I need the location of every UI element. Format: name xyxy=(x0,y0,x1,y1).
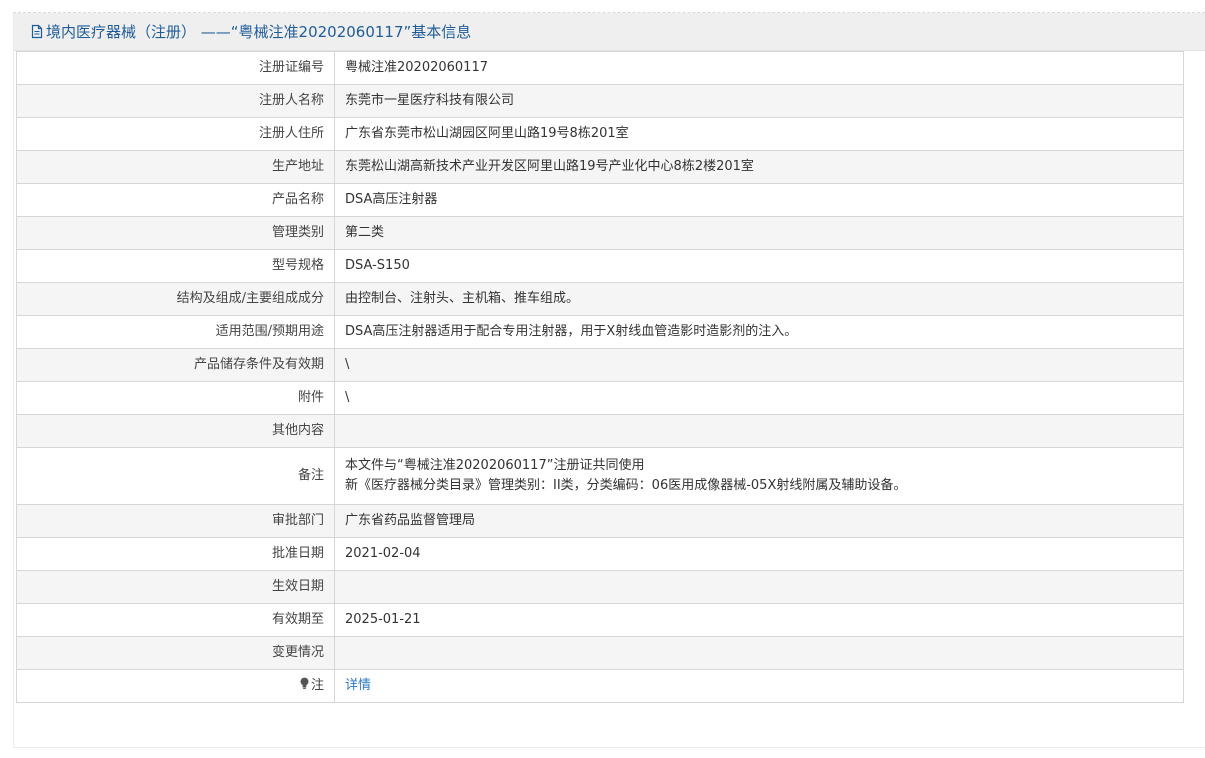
row-value: 粤械注准20202060117 xyxy=(334,51,1184,85)
note-label-cell: 注 xyxy=(16,669,335,703)
table-row: 有效期至 2025-01-21 xyxy=(16,603,1184,637)
row-label: 生效日期 xyxy=(16,570,335,604)
page-title: 境内医疗器械（注册） ——“粤械注准20202060117”基本信息 xyxy=(46,23,472,41)
table-row: 生效日期 xyxy=(16,570,1184,604)
lightbulb-icon xyxy=(299,677,310,697)
table-row: 注册证编号 粤械注准20202060117 xyxy=(16,51,1184,85)
table-row: 批准日期 2021-02-04 xyxy=(16,537,1184,571)
row-label: 产品储存条件及有效期 xyxy=(16,348,335,382)
table-row: 备注 本文件与“粤械注准20202060117”注册证共同使用 新《医疗器械分类… xyxy=(16,447,1184,505)
table-row: 管理类别 第二类 xyxy=(16,216,1184,250)
row-label: 型号规格 xyxy=(16,249,335,283)
details-link[interactable]: 详情 xyxy=(345,678,371,693)
table-row: 产品名称 DSA高压注射器 xyxy=(16,183,1184,217)
remark-line-1: 本文件与“粤械注准20202060117”注册证共同使用 xyxy=(345,458,645,473)
table-row: 注册人住所 广东省东莞市松山湖园区阿里山路19号8栋201室 xyxy=(16,117,1184,151)
table-row: 适用范围/预期用途 DSA高压注射器适用于配合专用注射器，用于X射线血管造影时造… xyxy=(16,315,1184,349)
row-label: 注 xyxy=(310,677,324,693)
row-value: \ xyxy=(334,381,1184,415)
row-value: 2025-01-21 xyxy=(334,603,1184,637)
document-icon xyxy=(30,24,44,39)
row-value: 东莞松山湖高新技术产业开发区阿里山路19号产业化中心8栋2楼201室 xyxy=(334,150,1184,184)
table-row: 产品储存条件及有效期 \ xyxy=(16,348,1184,382)
row-label: 注册证编号 xyxy=(16,51,335,85)
row-label: 注册人住所 xyxy=(16,117,335,151)
registration-info-table: 注册证编号 粤械注准20202060117 注册人名称 东莞市一星医疗科技有限公… xyxy=(16,51,1184,703)
row-label: 产品名称 xyxy=(16,183,335,217)
row-value xyxy=(334,414,1184,448)
row-label: 变更情况 xyxy=(16,636,335,670)
table-row: 生产地址 东莞松山湖高新技术产业开发区阿里山路19号产业化中心8栋2楼201室 xyxy=(16,150,1184,184)
row-value: 第二类 xyxy=(334,216,1184,250)
table-row: 附件 \ xyxy=(16,381,1184,415)
row-label: 适用范围/预期用途 xyxy=(16,315,335,349)
table-row: 型号规格 DSA-S150 xyxy=(16,249,1184,283)
row-value xyxy=(334,570,1184,604)
row-label: 批准日期 xyxy=(16,537,335,571)
row-label: 备注 xyxy=(16,447,335,505)
row-label: 注册人名称 xyxy=(16,84,335,118)
row-value: 广东省东莞市松山湖园区阿里山路19号8栋201室 xyxy=(334,117,1184,151)
table-row: 注 详情 xyxy=(16,669,1184,703)
row-value: 详情 xyxy=(334,669,1184,703)
row-value xyxy=(334,636,1184,670)
row-value: 广东省药品监督管理局 xyxy=(334,504,1184,538)
row-value: \ xyxy=(334,348,1184,382)
table-row: 审批部门 广东省药品监督管理局 xyxy=(16,504,1184,538)
row-value: 本文件与“粤械注准20202060117”注册证共同使用 新《医疗器械分类目录》… xyxy=(334,447,1184,505)
row-value: DSA高压注射器 xyxy=(334,183,1184,217)
row-label: 其他内容 xyxy=(16,414,335,448)
row-label: 有效期至 xyxy=(16,603,335,637)
row-label: 附件 xyxy=(16,381,335,415)
row-label: 生产地址 xyxy=(16,150,335,184)
table-row: 变更情况 xyxy=(16,636,1184,670)
row-value: 东莞市一星医疗科技有限公司 xyxy=(334,84,1184,118)
row-value: DSA高压注射器适用于配合专用注射器，用于X射线血管造影时造影剂的注入。 xyxy=(334,315,1184,349)
panel-header: 境内医疗器械（注册） ——“粤械注准20202060117”基本信息 xyxy=(14,13,1205,51)
table-row: 注册人名称 东莞市一星医疗科技有限公司 xyxy=(16,84,1184,118)
row-label: 审批部门 xyxy=(16,504,335,538)
row-value: 2021-02-04 xyxy=(334,537,1184,571)
row-value: DSA-S150 xyxy=(334,249,1184,283)
table-row: 其他内容 xyxy=(16,414,1184,448)
row-label: 结构及组成/主要组成成分 xyxy=(16,282,335,316)
table-row: 结构及组成/主要组成成分 由控制台、注射头、主机箱、推车组成。 xyxy=(16,282,1184,316)
row-label: 管理类别 xyxy=(16,216,335,250)
row-value: 由控制台、注射头、主机箱、推车组成。 xyxy=(334,282,1184,316)
remark-line-2: 新《医疗器械分类目录》管理类别：II类，分类编码：06医用成像器械-05X射线附… xyxy=(345,478,907,493)
